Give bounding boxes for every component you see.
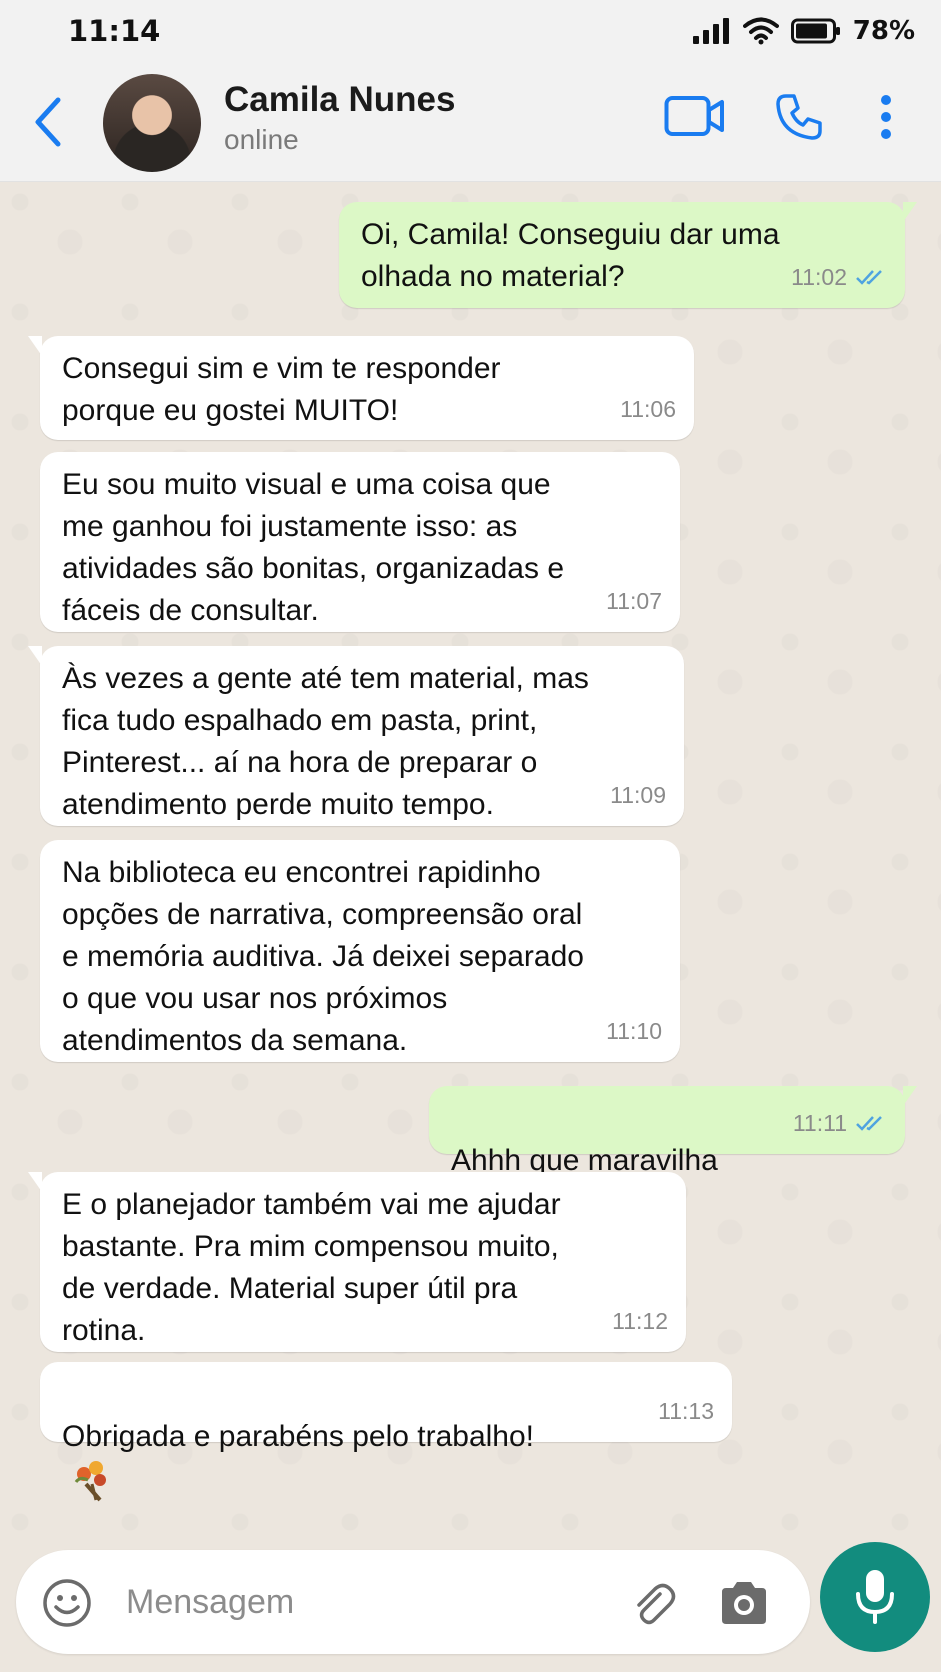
attachment-icon[interactable] <box>630 1580 676 1626</box>
message-text: E o planejador também vai me ajudar bast… <box>62 1188 561 1347</box>
battery-percent: 78% <box>852 16 915 46</box>
message-meta: 11:09 <box>610 774 666 816</box>
message-time: 11:10 <box>606 1018 662 1044</box>
message-time: 11:02 <box>791 264 847 290</box>
contact-status: online <box>224 124 299 155</box>
message-text: Eu sou muito visual e uma coisa que me g… <box>62 468 565 627</box>
status-bar: 11:14 78% <box>0 0 941 64</box>
contact-name[interactable]: Camila Nunes <box>224 80 455 120</box>
phone-call-icon[interactable] <box>774 92 824 142</box>
message-text: Obrigada e parabéns pelo trabalho! <box>62 1420 535 1453</box>
contact-avatar[interactable] <box>103 74 201 172</box>
message-time: 11:13 <box>658 1398 714 1424</box>
message-meta: 11:10 <box>606 1010 662 1052</box>
message-meta: 11:11 <box>793 1102 887 1144</box>
message-text: Na biblioteca eu encontrei rapidinho opç… <box>62 856 584 1057</box>
wifi-icon <box>742 17 779 45</box>
message-time: 11:09 <box>610 782 666 808</box>
read-receipt-icon <box>856 1116 882 1131</box>
voice-message-button[interactable] <box>820 1542 930 1652</box>
message-list[interactable]: Oi, Camila! Conseguiu dar uma olhada no … <box>0 182 941 1540</box>
message-time: 11:07 <box>606 588 662 614</box>
battery-icon <box>790 18 840 44</box>
message-text: Às vezes a gente até tem material, mas f… <box>62 662 589 821</box>
read-receipt-icon <box>856 270 882 285</box>
composer-bar <box>0 1540 941 1672</box>
message-time: 11:12 <box>612 1308 668 1334</box>
message-meta: 11:13 <box>658 1390 714 1432</box>
camera-icon[interactable] <box>718 1580 770 1626</box>
message-input[interactable] <box>126 1574 606 1630</box>
message-text: Consegui sim e vim te responder porque e… <box>62 352 501 427</box>
message-bubble-incoming[interactable]: E o planejador também vai me ajudar bast… <box>28 1172 686 1352</box>
signal-icon <box>692 18 729 44</box>
message-meta: 11:07 <box>606 580 662 622</box>
message-input-container[interactable] <box>16 1550 810 1654</box>
bouquet-emoji-icon <box>74 1461 106 1502</box>
chat-header: Camila Nunes online <box>0 64 941 182</box>
message-bubble-outgoing[interactable]: Oi, Camila! Conseguiu dar uma olhada no … <box>339 202 917 308</box>
more-options-icon[interactable] <box>880 94 892 140</box>
message-bubble-incoming[interactable]: Na biblioteca eu encontrei rapidinho opç… <box>40 840 680 1062</box>
message-content: Obrigada e parabéns pelo trabalho! <box>62 1374 710 1502</box>
video-call-icon[interactable] <box>664 94 726 138</box>
message-bubble-outgoing[interactable]: Ahhh que maravilha 11:11 <box>429 1086 917 1225</box>
status-time: 11:14 <box>68 14 161 48</box>
message-meta: 11:12 <box>612 1300 668 1342</box>
message-bubble-incoming[interactable]: Às vezes a gente até tem material, mas f… <box>28 646 684 826</box>
back-arrow-icon[interactable] <box>28 92 68 152</box>
message-bubble-incoming[interactable]: Consegui sim e vim te responder porque e… <box>28 336 694 440</box>
message-time: 11:11 <box>792 1110 847 1136</box>
emoji-icon[interactable] <box>42 1578 92 1628</box>
message-meta: 11:02 <box>791 256 887 298</box>
message-time: 11:06 <box>620 396 676 422</box>
message-bubble-incoming[interactable]: Eu sou muito visual e uma coisa que me g… <box>40 452 680 632</box>
message-meta: 11:06 <box>620 388 676 430</box>
message-bubble-incoming[interactable]: Obrigada e parabéns pelo trabalho! 11:13 <box>40 1362 732 1502</box>
microphone-icon <box>856 1570 894 1624</box>
